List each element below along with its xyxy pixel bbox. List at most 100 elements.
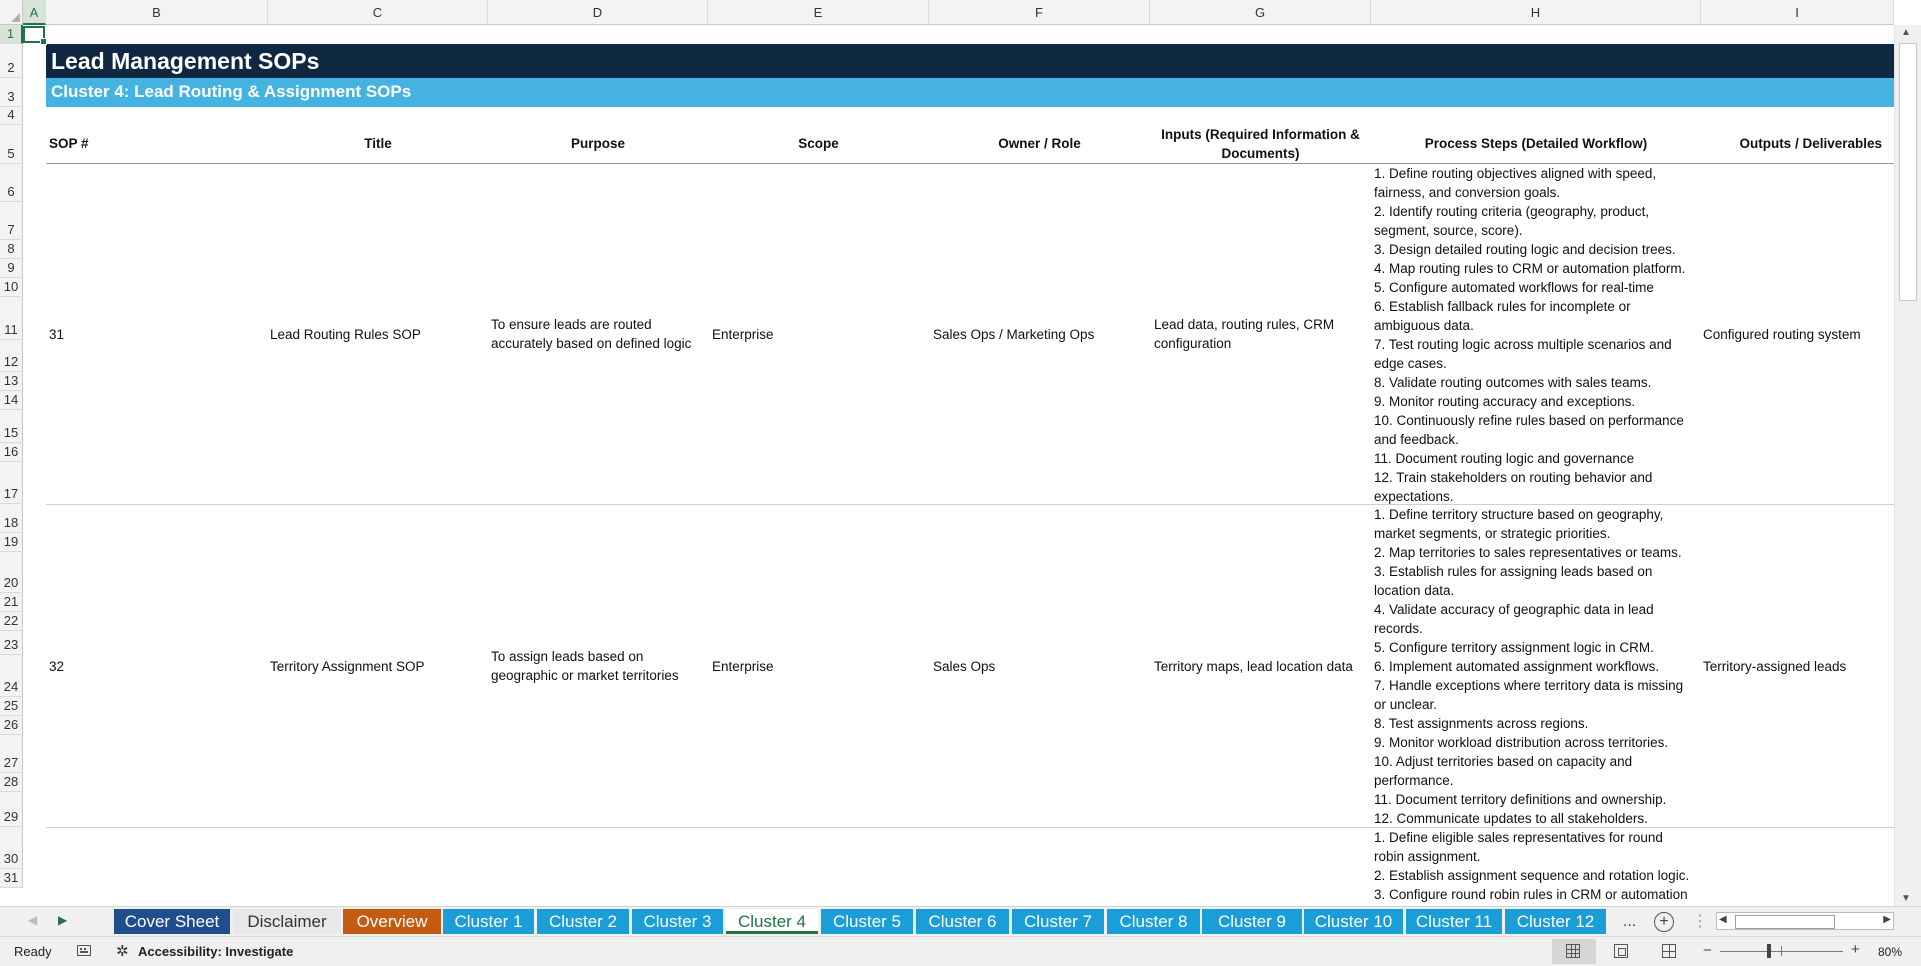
header-inputs-line1[interactable]: Inputs (Required Information & [1150,126,1371,144]
column-header-h[interactable]: H [1371,0,1701,25]
row-header-15[interactable]: 15 [0,410,23,443]
row-header-21[interactable]: 21 [0,593,23,612]
column-header-b[interactable]: B [46,0,268,25]
row-header-11[interactable]: 11 [0,297,23,340]
row-header-12[interactable]: 12 [0,340,23,372]
record-31-purpose[interactable]: To ensure leads are routed accurately bas… [491,164,691,504]
sheet-tab-cluster-9[interactable]: Cluster 9 [1202,909,1302,934]
sheet-tab-cluster-4[interactable]: Cluster 4 [726,909,818,934]
record-31-process-steps[interactable]: 1. Define routing objectives aligned wit… [1374,164,1685,506]
row-header-18[interactable]: 18 [0,504,23,533]
record-32-process-steps[interactable]: 1. Define territory structure based on g… [1374,505,1683,828]
spreadsheet-grid[interactable]: ABCDEFGHI 1 2 3 4 5 6 7 8 9 10 11 12 13 14 15 16 17 18 19 2… [0,0,1921,906]
select-all-corner[interactable] [0,0,23,25]
accessibility-status[interactable]: Accessibility: Investigate [138,944,293,959]
column-header-f[interactable]: F [929,0,1150,25]
column-header-e[interactable]: E [708,0,929,25]
row-header-7[interactable]: 7 [0,202,23,240]
column-header-d[interactable]: D [488,0,708,25]
scroll-right-icon[interactable]: ▶ [1883,914,1891,925]
record-32-output[interactable]: Territory-assigned leads [1703,505,1846,827]
splitter-icon[interactable]: ⋮ [1692,911,1708,931]
row-header-5[interactable]: 5 [0,125,23,164]
page-break-icon[interactable] [1662,944,1676,958]
row-header-1[interactable]: 1 [0,25,23,44]
record-32-owner[interactable]: Sales Ops [933,505,995,827]
row-header-16[interactable]: 16 [0,443,23,462]
column-header-c[interactable]: C [268,0,488,25]
row-header-31[interactable]: 31 [0,869,23,888]
page-layout-icon[interactable] [1614,944,1628,958]
row-header-19[interactable]: 19 [0,533,23,552]
record-32-scope[interactable]: Enterprise [712,505,774,827]
header-outputs[interactable]: Outputs / Deliverables [1701,135,1894,153]
row-header-10[interactable]: 10 [0,278,23,297]
record-31-owner[interactable]: Sales Ops / Marketing Ops [933,164,1094,504]
row-header-26[interactable]: 26 [0,716,23,735]
sheet-tab-cluster-2[interactable]: Cluster 2 [537,909,629,934]
scroll-up-icon[interactable]: ▲ [1901,27,1911,38]
macro-record-icon[interactable] [77,945,91,956]
row-header-3[interactable]: 3 [0,78,23,107]
zoom-in-icon[interactable]: + [1851,941,1860,958]
row-header-24[interactable]: 24 [0,655,23,697]
row-header-25[interactable]: 25 [0,697,23,716]
cluster-title[interactable]: Cluster 4: Lead Routing & Assignment SOP… [51,82,411,102]
record-31-inputs[interactable]: Lead data, routing rules, CRM configurati… [1154,164,1334,504]
header-sop[interactable]: SOP # [49,135,89,153]
header-title[interactable]: Title [268,135,488,153]
row-header-14[interactable]: 14 [0,391,23,410]
row-header-28[interactable]: 28 [0,773,23,792]
accessibility-icon[interactable]: ✲ [116,942,129,960]
header-scope[interactable]: Scope [708,135,929,153]
sheet-tab-cluster-10[interactable]: Cluster 10 [1304,909,1403,934]
header-purpose[interactable]: Purpose [488,135,708,153]
zoom-level[interactable]: 80% [1878,945,1902,959]
column-header-g[interactable]: G [1150,0,1371,25]
header-process[interactable]: Process Steps (Detailed Workflow) [1371,135,1701,153]
sheet-tab-cluster-3[interactable]: Cluster 3 [632,909,723,934]
column-header-i[interactable]: I [1701,0,1894,25]
sheet-tab-disclaimer[interactable]: Disclaimer [233,909,341,934]
record-32-sop[interactable]: 32 [49,505,64,827]
horizontal-scrollbar[interactable]: ◀ ▶ [1716,912,1894,930]
row-header-2[interactable]: 2 [0,44,23,78]
scroll-left-icon[interactable]: ◀ [1719,914,1727,925]
zoom-slider[interactable] [1720,944,1843,958]
sheet-tab-cluster-5[interactable]: Cluster 5 [821,909,913,934]
header-owner[interactable]: Owner / Role [929,135,1150,153]
sheet-tab-cluster-12[interactable]: Cluster 12 [1505,909,1606,934]
sheet-tab-cover-sheet[interactable]: Cover Sheet [114,909,230,934]
record-31-output[interactable]: Configured routing system [1703,164,1861,504]
row-header-9[interactable]: 9 [0,259,23,278]
record-32-title[interactable]: Territory Assignment SOP [270,505,425,827]
sheet-title[interactable]: Lead Management SOPs [51,48,319,75]
vertical-scroll-thumb[interactable] [1899,43,1917,301]
tab-scroll-right-icon[interactable]: ▶ [58,913,67,927]
vertical-scrollbar[interactable]: ▲ ▼ [1894,25,1921,906]
row-header-4[interactable]: 4 [0,107,23,125]
record-32-inputs[interactable]: Territory maps, lead location data [1154,505,1353,827]
record-33-process-steps[interactable]: 1. Define eligible sales representatives… [1374,828,1689,904]
sheet-tab-cluster-7[interactable]: Cluster 7 [1012,909,1104,934]
row-header-6[interactable]: 6 [0,164,23,202]
tab-overflow-button[interactable]: ... [1623,913,1636,931]
horizontal-scroll-thumb[interactable] [1735,915,1835,929]
active-cell-a1[interactable] [23,26,47,45]
normal-view-icon[interactable] [1552,939,1596,964]
row-header-29[interactable]: 29 [0,792,23,827]
add-sheet-icon[interactable]: + [1654,912,1674,932]
row-header-20[interactable]: 20 [0,552,23,593]
tab-scroll-left-icon[interactable]: ◀ [28,913,37,927]
sheet-tab-cluster-8[interactable]: Cluster 8 [1107,909,1200,934]
record-31-title[interactable]: Lead Routing Rules SOP [270,164,421,504]
column-header-a[interactable]: A [23,0,46,25]
record-31-sop[interactable]: 31 [49,164,64,504]
row-header-27[interactable]: 27 [0,735,23,773]
row-header-30[interactable]: 30 [0,827,23,869]
row-header-23[interactable]: 23 [0,631,23,655]
sheet-tab-cluster-11[interactable]: Cluster 11 [1406,909,1502,934]
row-header-22[interactable]: 22 [0,612,23,631]
zoom-out-icon[interactable]: − [1703,942,1712,959]
row-header-17[interactable]: 17 [0,462,23,504]
